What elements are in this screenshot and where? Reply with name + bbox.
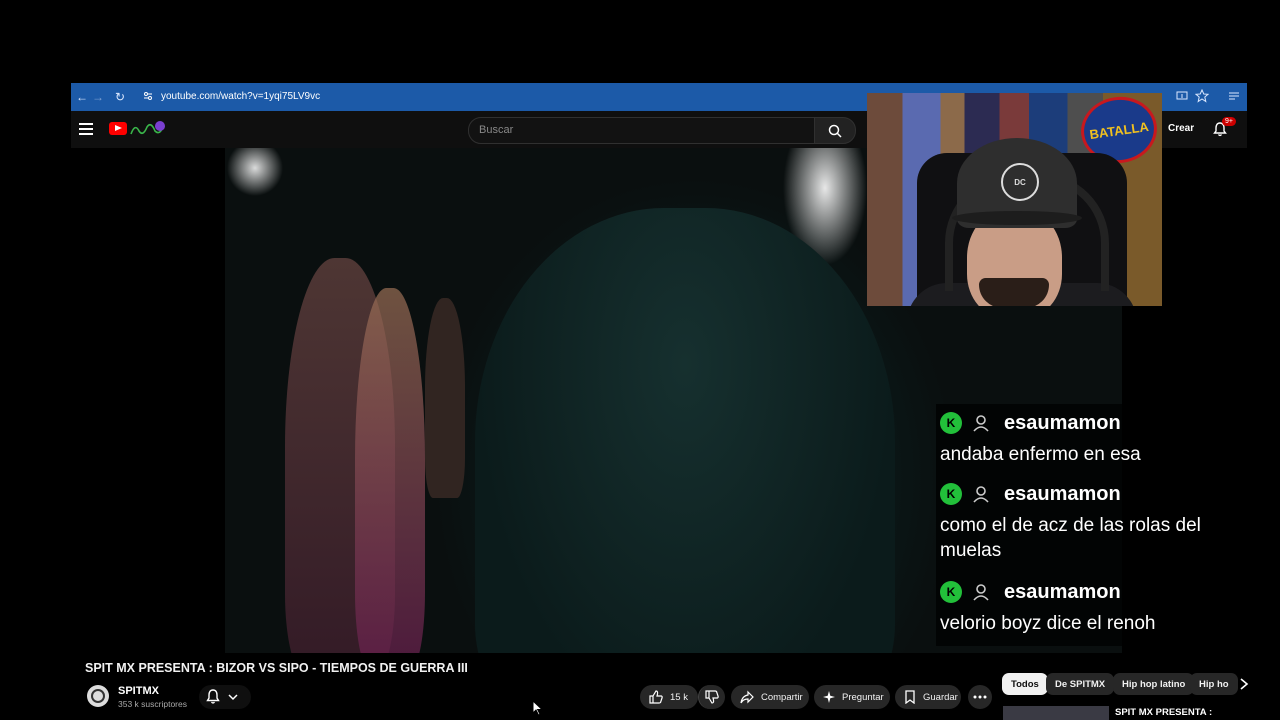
user-icon: [973, 486, 989, 503]
chat-username: esaumamon: [1004, 580, 1121, 603]
hamburger-menu-icon[interactable]: [79, 123, 93, 135]
webcam-overlay: BATALLA DC: [867, 93, 1162, 306]
subscription-bell-button[interactable]: [199, 685, 251, 709]
search-input[interactable]: Buscar: [468, 117, 816, 144]
more-actions-button[interactable]: [968, 685, 992, 709]
cap-logo: DC: [1001, 163, 1039, 201]
chat-text: andaba enfermo en esa: [940, 444, 1141, 465]
crowd-figure: [425, 298, 465, 498]
chevron-right-icon[interactable]: [1238, 677, 1250, 691]
chat-username: esaumamon: [1004, 411, 1121, 434]
address-bar[interactable]: youtube.com/watch?v=1yqi75LV9vc: [161, 91, 320, 102]
user-icon: [973, 415, 989, 432]
share-button[interactable]: Compartir: [731, 685, 809, 709]
chat-text: como el de acz de las rolas del muelas: [940, 515, 1201, 561]
bookmark-icon: [905, 690, 915, 704]
ask-button[interactable]: Preguntar: [814, 685, 890, 709]
chip-de-spitmx[interactable]: De SPITMX: [1046, 673, 1115, 695]
more-horizontal-icon: [973, 695, 987, 699]
youtube-logo-icon[interactable]: [109, 122, 127, 135]
thumbs-up-icon: [649, 690, 663, 704]
reading-list-icon[interactable]: [1227, 89, 1241, 103]
chat-overlay: K esaumamon andaba enfermo en esa K esau…: [936, 404, 1236, 646]
crowd-figure: [355, 288, 425, 653]
kick-badge-icon: K: [940, 581, 962, 603]
search-icon: [828, 124, 842, 138]
chip-hip-hop[interactable]: Hip ho: [1190, 673, 1238, 695]
cap-visor: [952, 211, 1082, 225]
kick-badge-icon: K: [940, 483, 962, 505]
channel-name[interactable]: SPITMX: [118, 685, 159, 697]
chip-hip-hop-latino[interactable]: Hip hop latino: [1113, 673, 1195, 695]
dislike-button[interactable]: [698, 685, 725, 709]
search-button[interactable]: [814, 117, 856, 144]
chip-todos[interactable]: Todos: [1002, 673, 1048, 695]
kick-badge-icon: K: [940, 412, 962, 434]
reload-icon[interactable]: ↻: [109, 83, 131, 111]
bell-icon: [206, 689, 220, 704]
share-label: Compartir: [761, 691, 803, 703]
forward-icon[interactable]: →: [87, 83, 109, 111]
sparkle-icon: [823, 691, 835, 703]
save-label: Guardar: [923, 691, 958, 703]
install-app-icon[interactable]: [1175, 89, 1189, 103]
subscriber-count: 353 k suscriptores: [118, 699, 187, 709]
channel-avatar[interactable]: [87, 685, 109, 707]
site-settings-icon[interactable]: [143, 91, 153, 101]
chat-username: esaumamon: [1004, 482, 1121, 505]
chat-message: K esaumamon andaba enfermo en esa: [940, 410, 1230, 467]
chat-message: K esaumamon como el de acz de las rolas …: [940, 481, 1230, 563]
user-icon: [973, 584, 989, 601]
chevron-down-icon: [228, 694, 238, 701]
doodle-logo-icon[interactable]: [129, 119, 169, 139]
video-title: SPIT MX PRESENTA : BIZOR VS SIPO - TIEMP…: [85, 661, 468, 675]
save-button[interactable]: Guardar: [895, 685, 961, 709]
recommended-video-thumbnail[interactable]: [1003, 706, 1109, 720]
notifications-badge: 9+: [1222, 117, 1236, 126]
bookmark-star-icon[interactable]: [1195, 89, 1209, 103]
mouse-cursor-icon: [532, 700, 544, 716]
create-button[interactable]: Crear: [1168, 123, 1194, 134]
chat-text: velorio boyz dice el renoh: [940, 613, 1156, 634]
foreground-person: [475, 208, 895, 653]
chat-message: K esaumamon velorio boyz dice el renoh: [940, 579, 1230, 636]
thumbs-down-icon: [705, 690, 719, 704]
search-placeholder: Buscar: [479, 124, 514, 136]
ask-label: Preguntar: [842, 691, 884, 703]
share-icon: [740, 690, 754, 704]
like-count: 15 k: [670, 691, 688, 703]
recommended-video-title[interactable]: SPIT MX PRESENTA :: [1115, 707, 1212, 718]
like-button[interactable]: 15 k: [640, 685, 698, 709]
